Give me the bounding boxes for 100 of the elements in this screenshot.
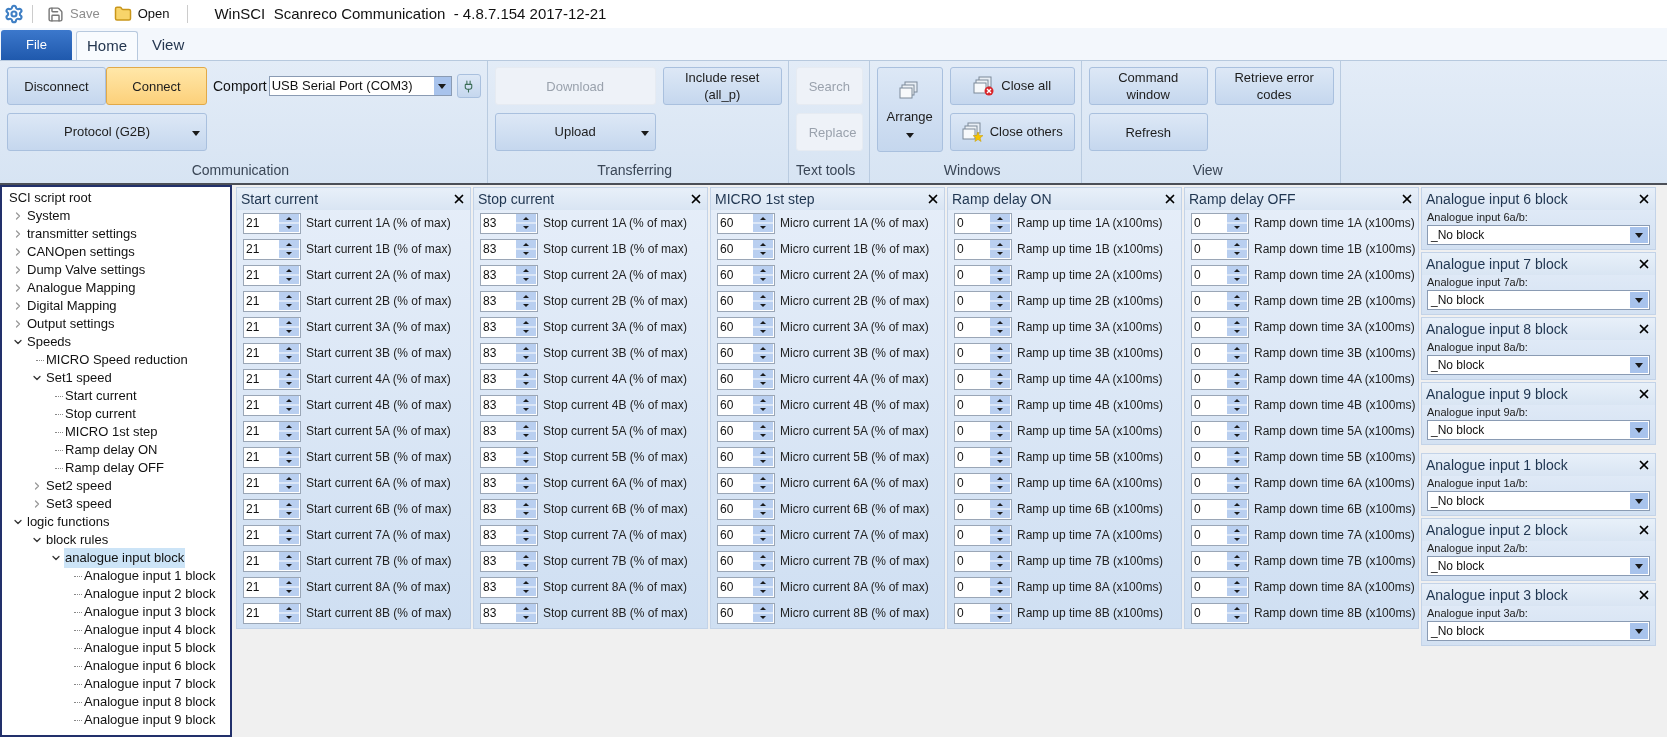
- number-field[interactable]: 0: [954, 472, 1012, 494]
- number-field[interactable]: 83: [480, 498, 538, 520]
- number-field[interactable]: 0: [954, 576, 1012, 598]
- app-gear-icon[interactable]: [4, 4, 24, 24]
- tree-item[interactable]: Start current: [64, 386, 138, 406]
- number-field[interactable]: 0: [1191, 394, 1249, 416]
- spin-arrows-icon[interactable]: [1227, 422, 1247, 440]
- number-field[interactable]: 60: [717, 264, 775, 286]
- number-field[interactable]: 0: [954, 342, 1012, 364]
- close-button[interactable]: [689, 192, 703, 206]
- spin-arrows-icon[interactable]: [279, 292, 299, 310]
- spin-arrows-icon[interactable]: [1227, 266, 1247, 284]
- spin-arrows-icon[interactable]: [279, 396, 299, 414]
- number-field[interactable]: 0: [1191, 420, 1249, 442]
- close-button[interactable]: [926, 192, 940, 206]
- number-field[interactable]: 0: [954, 420, 1012, 442]
- spin-arrows-icon[interactable]: [753, 266, 773, 284]
- spin-arrows-icon[interactable]: [753, 526, 773, 544]
- spin-arrows-icon[interactable]: [753, 318, 773, 336]
- spin-arrows-icon[interactable]: [753, 604, 773, 622]
- number-field[interactable]: 21: [243, 576, 301, 598]
- number-field[interactable]: 83: [480, 550, 538, 572]
- number-field[interactable]: 0: [954, 602, 1012, 624]
- spin-arrows-icon[interactable]: [516, 604, 536, 622]
- number-field[interactable]: 83: [480, 446, 538, 468]
- number-field[interactable]: 60: [717, 576, 775, 598]
- tree-item[interactable]: Analogue input 3 block: [83, 602, 217, 622]
- spin-arrows-icon[interactable]: [1227, 448, 1247, 466]
- ribbon-button[interactable]: Connect: [106, 67, 207, 105]
- number-field[interactable]: 0: [1191, 446, 1249, 468]
- close-button[interactable]: [1637, 387, 1651, 401]
- number-field[interactable]: 0: [1191, 498, 1249, 520]
- spin-arrows-icon[interactable]: [516, 422, 536, 440]
- number-field[interactable]: 83: [480, 420, 538, 442]
- spin-arrows-icon[interactable]: [516, 500, 536, 518]
- number-field[interactable]: 60: [717, 524, 775, 546]
- number-field[interactable]: 21: [243, 238, 301, 260]
- number-field[interactable]: 60: [717, 238, 775, 260]
- number-field[interactable]: 21: [243, 394, 301, 416]
- number-field[interactable]: 0: [1191, 368, 1249, 390]
- dropdown-field[interactable]: _No block: [1427, 225, 1650, 245]
- file-tab[interactable]: File: [1, 30, 72, 60]
- spin-arrows-icon[interactable]: [1227, 604, 1247, 622]
- number-field[interactable]: 0: [954, 316, 1012, 338]
- ribbon-button[interactable]: Retrieve error codes: [1214, 67, 1334, 105]
- number-field[interactable]: 21: [243, 264, 301, 286]
- tree-item[interactable]: Output settings: [26, 314, 116, 334]
- spin-arrows-icon[interactable]: [516, 526, 536, 544]
- number-field[interactable]: 0: [1191, 290, 1249, 312]
- number-field[interactable]: 21: [243, 420, 301, 442]
- quick-access-button[interactable]: Open: [113, 4, 170, 24]
- spin-arrows-icon[interactable]: [753, 422, 773, 440]
- number-field[interactable]: 83: [480, 264, 538, 286]
- number-field[interactable]: 83: [480, 576, 538, 598]
- number-field[interactable]: 83: [480, 212, 538, 234]
- number-field[interactable]: 60: [717, 394, 775, 416]
- spin-arrows-icon[interactable]: [990, 214, 1010, 232]
- tree-item[interactable]: Digital Mapping: [26, 296, 118, 316]
- spin-arrows-icon[interactable]: [990, 292, 1010, 310]
- number-field[interactable]: 21: [243, 342, 301, 364]
- spin-arrows-icon[interactable]: [1227, 214, 1247, 232]
- spin-arrows-icon[interactable]: [753, 214, 773, 232]
- number-field[interactable]: 21: [243, 524, 301, 546]
- number-field[interactable]: 0: [1191, 238, 1249, 260]
- number-field[interactable]: 0: [954, 498, 1012, 520]
- spin-arrows-icon[interactable]: [753, 396, 773, 414]
- number-field[interactable]: 60: [717, 472, 775, 494]
- close-button[interactable]: [1163, 192, 1177, 206]
- number-field[interactable]: 0: [1191, 342, 1249, 364]
- number-field[interactable]: 21: [243, 550, 301, 572]
- spin-arrows-icon[interactable]: [753, 448, 773, 466]
- close-button[interactable]: [1637, 588, 1651, 602]
- spin-arrows-icon[interactable]: [279, 552, 299, 570]
- spin-arrows-icon[interactable]: [753, 292, 773, 310]
- tree-item[interactable]: Analogue input 6 block: [83, 656, 217, 676]
- number-field[interactable]: 83: [480, 342, 538, 364]
- tree-item[interactable]: MICRO Speed reduction: [45, 350, 189, 370]
- number-field[interactable]: 60: [717, 368, 775, 390]
- dropdown-field[interactable]: _No block: [1427, 420, 1650, 440]
- number-field[interactable]: 83: [480, 368, 538, 390]
- tree-item[interactable]: analogue input block: [64, 548, 186, 568]
- comport-dropdown[interactable]: USB Serial Port (COM3): [268, 76, 452, 96]
- number-field[interactable]: 0: [954, 394, 1012, 416]
- spin-arrows-icon[interactable]: [1227, 370, 1247, 388]
- spin-arrows-icon[interactable]: [1227, 344, 1247, 362]
- spin-arrows-icon[interactable]: [279, 500, 299, 518]
- close-button[interactable]: [1637, 192, 1651, 206]
- number-field[interactable]: 83: [480, 472, 538, 494]
- tree-item[interactable]: Analogue input 8 block: [83, 692, 217, 712]
- spin-arrows-icon[interactable]: [990, 344, 1010, 362]
- tree-item[interactable]: Analogue input 2 block: [83, 584, 217, 604]
- spin-arrows-icon[interactable]: [753, 474, 773, 492]
- close-button[interactable]: [1637, 458, 1651, 472]
- dropdown-field[interactable]: _No block: [1427, 621, 1650, 641]
- tree-item[interactable]: System: [26, 206, 72, 226]
- spin-arrows-icon[interactable]: [753, 578, 773, 596]
- spin-arrows-icon[interactable]: [753, 344, 773, 362]
- ribbon-button[interactable]: Disconnect: [7, 67, 106, 105]
- number-field[interactable]: 60: [717, 420, 775, 442]
- number-field[interactable]: 0: [954, 524, 1012, 546]
